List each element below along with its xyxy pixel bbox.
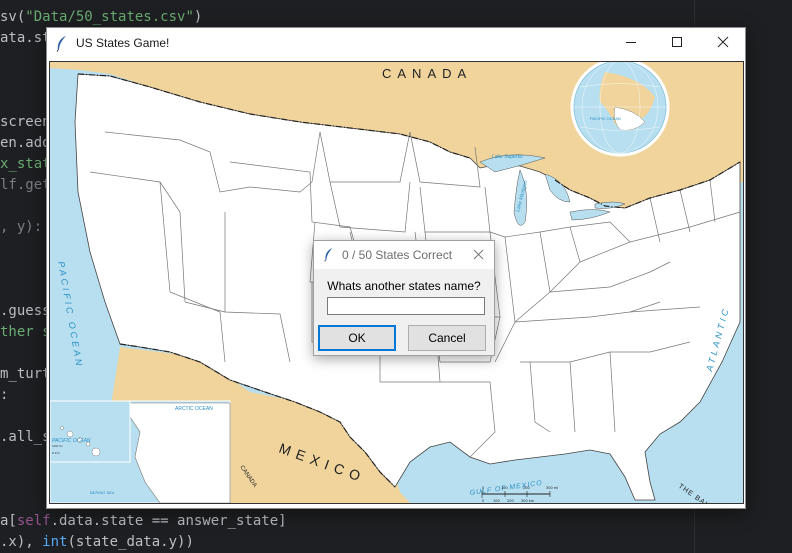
alaska-hawaii-inset: ARCTIC OCEAN PACIFIC OCEAN BERING SEA 10… [50,400,231,503]
minimize-button[interactable] [608,28,654,58]
code-token: (state_data.y)) [67,534,194,550]
code-token: lf.get [0,177,51,193]
code-line: a[self.data.state == answer_state] [0,512,287,530]
minimize-icon [626,42,636,43]
code-line: m_turt [0,365,51,383]
arctic-ocean-label: ARCTIC OCEAN [175,406,213,412]
code-token: a[ [0,513,17,529]
close-icon [473,249,484,260]
code-token: m_turt [0,366,51,382]
scale-top-3: 300 mi [546,486,558,490]
hawaii-scale-bottom: 0 km [52,451,60,455]
code-line: sv("Data/50_states.csv") [0,8,202,26]
code-token: : [0,387,9,403]
window-titlebar[interactable]: US States Game! [47,28,745,59]
code-token: ther s [0,324,51,340]
dialog-title: 0 / 50 States Correct [342,248,453,262]
globe-pacific-label: PACIFIC OCEAN [590,116,621,121]
code-token: x_stat [0,156,51,172]
dialog-titlebar[interactable]: 0 / 50 States Correct [314,241,494,269]
scale-bottom-1: 100 [493,499,500,503]
code-token: en.add [0,135,51,151]
code-line: .all_s [0,428,51,446]
scale-top-2: 200 [523,486,530,490]
code-token: ) [193,9,203,25]
scale-bottom-0: 0 [482,499,484,503]
code-line: x_stat [0,155,51,173]
lake-superior-label: Lake Superior [492,154,523,160]
close-icon [717,36,729,48]
code-token: .guess [0,303,51,319]
code-line: : [0,386,8,404]
code-token: self [16,513,51,529]
code-line: , y): [0,218,42,236]
canada-label: CANADA [382,66,472,81]
state-name-input[interactable] [327,297,485,315]
code-token: sv( [0,9,26,25]
close-button[interactable] [700,28,746,58]
dialog-prompt: Whats another states name? [327,279,481,293]
maximize-icon [672,37,682,47]
code-token: .data.state == answer_state] [50,513,287,529]
bering-sea-label: BERING SEA [90,490,115,495]
cancel-button[interactable]: Cancel [408,325,486,351]
code-line: screen [0,113,51,131]
hawaii-scale-top: 100 mi [52,444,63,448]
code-line: ther s [0,323,51,341]
tk-feather-icon [324,248,333,262]
scale-bottom-3: 300 km [521,499,535,503]
scale-top-0: 0 [482,486,484,490]
code-line: en.add [0,134,51,152]
code-token: screen [0,114,51,130]
scale-top-1: 100 [501,486,508,490]
code-line: .guess [0,302,51,320]
code-token: , y): [0,219,43,235]
state-guess-dialog: 0 / 50 States Correct Whats another stat… [313,240,495,356]
code-token: .all_s [0,429,51,445]
code-token: int [42,534,68,550]
code-token: .x), [0,534,43,550]
dialog-close-button[interactable] [470,245,488,263]
code-line: lf.get [0,176,51,194]
tk-feather-icon [56,36,66,52]
maximize-button[interactable] [654,28,700,58]
scale-bottom-2: 200 [507,499,514,503]
code-token: "Data/50_states.csv" [25,9,194,25]
code-line: .x), int(state_data.y)) [0,533,194,551]
globe-inset: PACIFIC OCEAN [570,62,670,157]
window-title: US States Game! [76,36,170,50]
ok-button[interactable]: OK [318,325,396,351]
